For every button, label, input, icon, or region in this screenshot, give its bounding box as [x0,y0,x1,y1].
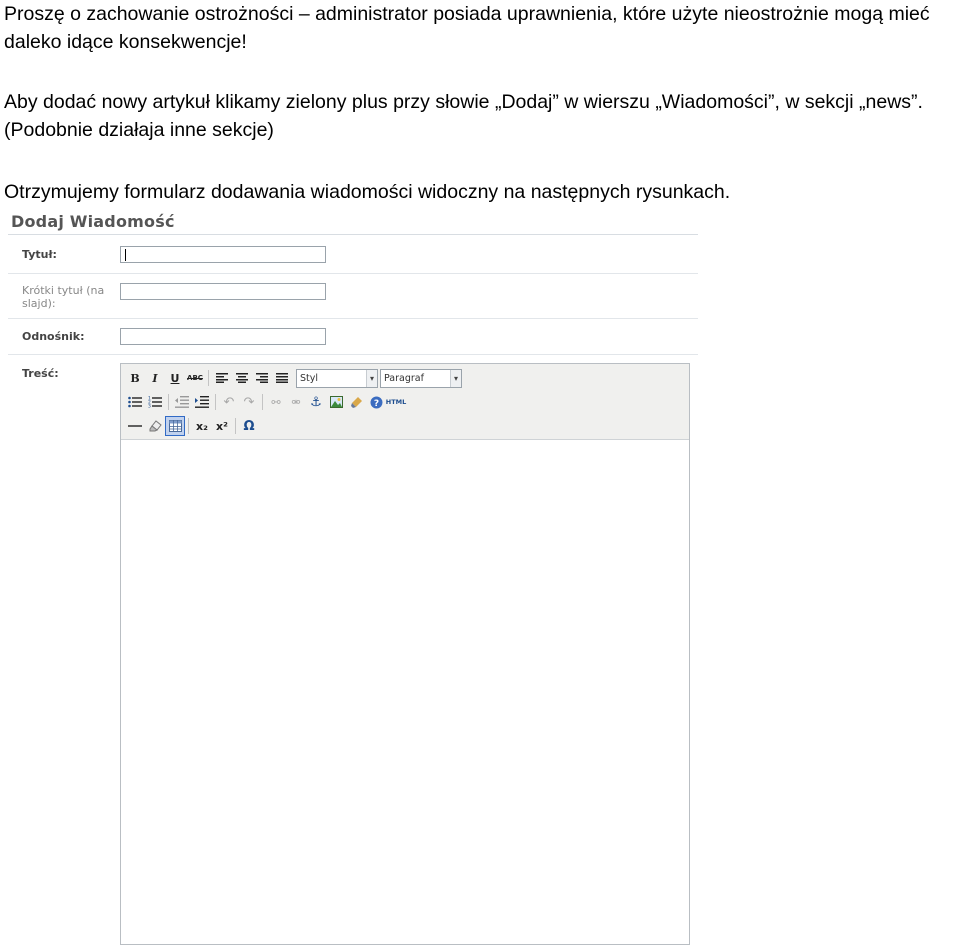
chevron-down-icon: ▾ [366,369,377,387]
link-row: Odnośnik: [8,319,698,355]
short-title-row: Krótki tytuł (na slajd): [8,274,698,319]
table-icon[interactable] [165,416,185,436]
text-cursor [125,249,126,261]
link-input[interactable] [120,328,326,345]
title-row: Tytuł: [8,235,698,274]
result-text: Otrzymujemy formularz dodawania wiadomoś… [4,181,731,203]
cleanup-icon[interactable] [346,392,366,412]
editor-toolbar: B I U ABC Styl ▾ Paragraf ▾ 1 2 3 ↶ ↷ ⚯ … [121,364,689,440]
toolbar-separator [168,394,169,410]
instruction-text: Aby dodać nowy artykuł klikamy zielony p… [4,91,923,141]
remove-format-icon[interactable] [145,416,165,436]
subscript-icon[interactable]: x₂ [192,416,212,436]
undo-icon[interactable]: ↶ [219,392,239,412]
unlink-icon[interactable]: ⚮ [286,392,306,412]
title-label: Tytuł: [22,248,57,261]
toolbar-row-1: B I U ABC Styl ▾ Paragraf ▾ [125,367,464,389]
indent-icon[interactable] [192,392,212,412]
toolbar-separator [215,394,216,410]
help-icon[interactable]: ? [366,392,386,412]
format-select-value: Paragraf [384,372,424,384]
outdent-icon[interactable] [172,392,192,412]
align-right-icon[interactable] [252,368,272,388]
add-news-form: Dodaj Wiadomość Tytuł: Krótki tytuł (na … [8,210,698,945]
chevron-down-icon: ▾ [450,369,461,387]
result-paragraph: Otrzymujemy formularz dodawania wiadomoś… [4,178,960,206]
content-label: Treść: [22,367,59,380]
align-center-icon[interactable] [232,368,252,388]
html-icon[interactable]: HTML [386,392,406,412]
warning-paragraph: Proszę o zachowanie ostrożności – admini… [4,0,960,56]
toolbar-separator [208,370,209,386]
style-select[interactable]: Styl ▾ [296,368,378,388]
strikethrough-icon[interactable]: ABC [185,368,205,388]
short-title-input[interactable] [120,283,326,300]
title-input[interactable] [120,246,326,263]
italic-icon[interactable]: I [145,368,165,388]
svg-text:?: ? [373,399,378,409]
warning-text: Proszę o zachowanie ostrożności – admini… [4,3,930,53]
numbered-list-icon[interactable]: 123 [145,392,165,412]
style-select-value: Styl [300,372,319,384]
short-title-label: Krótki tytuł (na slajd): [22,284,105,310]
toolbar-separator [188,418,189,434]
horizontal-rule-icon[interactable] [125,416,145,436]
editor-content-area[interactable] [121,440,689,944]
rich-text-editor: B I U ABC Styl ▾ Paragraf ▾ 1 2 3 ↶ ↷ ⚯ … [120,363,690,945]
toolbar-separator [235,418,236,434]
image-icon[interactable] [326,392,346,412]
form-title: Dodaj Wiadomość [11,212,175,231]
svg-text:3: 3 [148,404,151,409]
toolbar-row-3: x₂ x² Ω [125,415,259,437]
special-char-icon[interactable]: Ω [239,416,259,436]
redo-icon[interactable]: ↷ [239,392,259,412]
underline-icon[interactable]: U [165,368,185,388]
toolbar-row-2: 123 ↶ ↷ ⚯ ⚮ ⚓ ? HTML [125,391,406,413]
superscript-icon[interactable]: x² [212,416,232,436]
link-label: Odnośnik: [22,330,85,343]
bullet-list-icon[interactable] [125,392,145,412]
toolbar-separator [262,394,263,410]
align-left-icon[interactable] [212,368,232,388]
instruction-paragraph: Aby dodać nowy artykuł klikamy zielony p… [4,88,960,144]
link-icon[interactable]: ⚯ [266,392,286,412]
format-select[interactable]: Paragraf ▾ [380,368,462,388]
bold-icon[interactable]: B [125,368,145,388]
align-justify-icon[interactable] [272,368,292,388]
anchor-icon[interactable]: ⚓ [306,392,326,412]
